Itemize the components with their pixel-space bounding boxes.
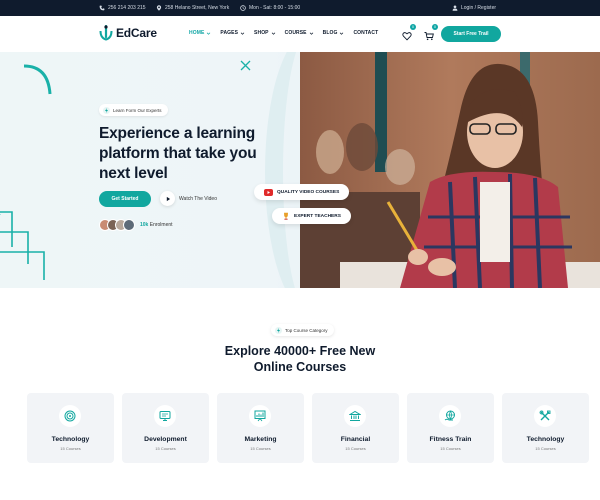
phone-icon [99, 5, 105, 11]
chevron-down-icon [309, 32, 313, 35]
category-card-fitness[interactable]: Fitness Train 15 Courses [407, 393, 494, 463]
hero-arc-decoration [265, 52, 355, 288]
quality-video-badge: QUALITY VIDEO COURSES [254, 184, 350, 200]
student-avatars [99, 219, 135, 231]
hero-tag: Learn Form Our Experts [99, 104, 168, 116]
monitor-icon [154, 405, 176, 427]
main-nav: HOME PAGES SHOP COURSE BLOG CONTACT [189, 30, 378, 36]
close-icon [240, 60, 251, 71]
chevrons-decoration-icon [0, 211, 45, 280]
cart-button[interactable]: 0 [424, 24, 438, 41]
category-card-marketing[interactable]: Marketing 15 Courses [217, 393, 304, 463]
logo-mark-icon [99, 25, 113, 41]
category-tag: Top Course Category [271, 324, 334, 336]
category-cards: Technology 15 Courses Development 15 Cou… [27, 393, 589, 463]
youtube-icon [264, 188, 273, 196]
enrolment-stat: 10k Enrolment [140, 222, 173, 228]
hero-section: Learn Form Our Experts Experience a lear… [0, 52, 600, 288]
logo-text: EdCare [116, 26, 157, 40]
topbar-phone[interactable]: 256 214 203 215 [99, 5, 146, 11]
nav-contact[interactable]: CONTACT [353, 30, 378, 36]
section-title: Explore 40000+ Free New Online Courses [224, 344, 376, 374]
nav-home[interactable]: HOME [189, 30, 211, 36]
clock-icon [240, 5, 246, 11]
heart-icon [402, 32, 412, 41]
chevron-down-icon [207, 32, 211, 35]
bolt-icon [275, 326, 282, 334]
wishlist-button[interactable]: 0 [402, 24, 416, 41]
topbar-address: 258 Helano Street, New York [156, 5, 229, 11]
nav-course[interactable]: COURSE [285, 30, 314, 36]
nav-shop[interactable]: SHOP [254, 30, 276, 36]
chart-board-icon [249, 405, 271, 427]
get-started-button[interactable]: Get Started [99, 191, 151, 207]
tools-icon [534, 405, 556, 427]
chevron-down-icon [271, 32, 275, 35]
category-card-technology[interactable]: Technology 15 Courses [27, 393, 114, 463]
cart-icon [424, 32, 434, 41]
nav-pages[interactable]: PAGES [220, 30, 245, 36]
category-card-financial[interactable]: Financial 15 Courses [312, 393, 399, 463]
nav-blog[interactable]: BLOG [323, 30, 345, 36]
wishlist-count-badge: 0 [410, 24, 416, 30]
play-icon [160, 191, 175, 206]
topbar-login[interactable]: Login / Register [452, 5, 496, 11]
logo[interactable]: EdCare [99, 25, 157, 41]
user-icon [452, 5, 458, 11]
target-icon [59, 405, 81, 427]
top-bar: 256 214 203 215 258 Helano Street, New Y… [0, 0, 600, 16]
main-header: EdCare HOME PAGES SHOP COURSE BLOG CONTA… [0, 16, 600, 52]
bolt-icon [103, 106, 110, 114]
globe-hand-icon [439, 405, 461, 427]
category-card-development[interactable]: Development 15 Courses [122, 393, 209, 463]
watch-video-button[interactable]: Watch The Video [160, 191, 217, 206]
start-free-trial-button[interactable]: Start Free Trail [441, 26, 501, 42]
avatar [123, 219, 135, 231]
topbar-hours: Mon - Sat: 8:00 - 15:00 [240, 5, 300, 11]
chevron-down-icon [240, 32, 245, 35]
category-card-technology-2[interactable]: Technology 15 Courses [502, 393, 589, 463]
chevron-down-icon [340, 32, 344, 35]
expert-teachers-badge: EXPERT TEACHERS [272, 208, 351, 224]
arc-decoration-icon [23, 64, 52, 95]
cart-count-badge: 0 [432, 24, 438, 30]
location-icon [156, 5, 162, 11]
bank-icon [344, 405, 366, 427]
trophy-icon [284, 212, 288, 220]
hero-title: Experience a learning platform that take… [99, 125, 257, 182]
